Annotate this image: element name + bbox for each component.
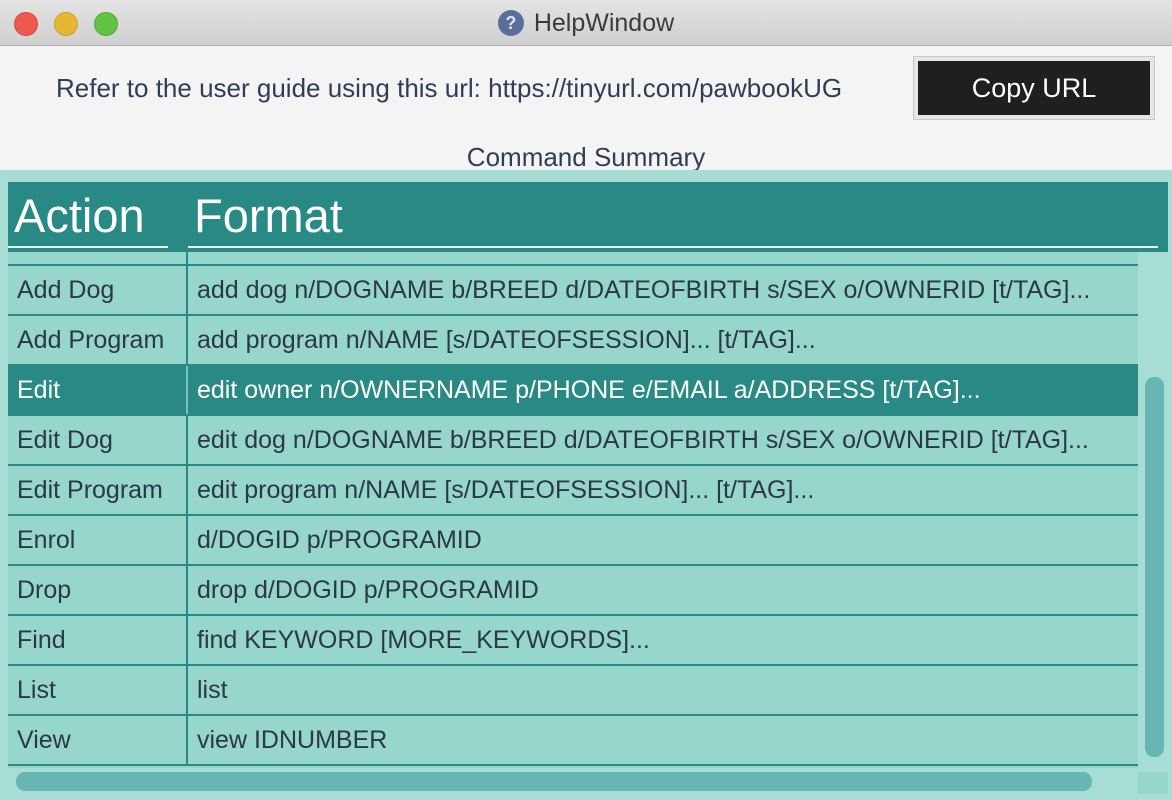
action-cell: Add Program — [17, 326, 165, 354]
format-cell: edit dog n/DOGNAME b/BREED d/DATEOFBIRTH… — [197, 426, 1089, 454]
column-divider — [186, 616, 188, 664]
table-body: Add Dog add dog n/DOGNAME b/BREED d/DATE… — [8, 252, 1138, 766]
title-bar: ? HelpWindow — [0, 0, 1172, 46]
action-cell: List — [17, 676, 56, 704]
format-cell: edit program n/NAME [s/DATEOFSESSION]...… — [197, 476, 815, 504]
column-divider — [186, 252, 188, 266]
table-row[interactable]: Edit Dog edit dog n/DOGNAME b/BREED d/DA… — [8, 416, 1138, 466]
table-row-selected[interactable]: Edit edit owner n/OWNERNAME p/PHONE e/EM… — [8, 366, 1138, 416]
table-row[interactable]: Enrol d/DOGID p/PROGRAMID — [8, 516, 1138, 566]
action-cell: Add Dog — [17, 276, 115, 304]
column-divider — [186, 366, 188, 414]
command-summary-panel: Action Format Add Dog add dog n/DOGNAME … — [0, 170, 1172, 800]
format-cell: add dog n/DOGNAME b/BREED d/DATEOFBIRTH … — [197, 276, 1091, 304]
action-cell: Edit Program — [17, 476, 163, 504]
command-summary-table: Action Format Add Dog add dog n/DOGNAME … — [8, 182, 1168, 794]
table-row[interactable]: List list — [8, 666, 1138, 716]
format-cell: find KEYWORD [MORE_KEYWORDS]... — [197, 626, 650, 654]
horizontal-scrollbar-thumb[interactable] — [16, 772, 1092, 791]
help-icon: ? — [497, 10, 524, 36]
table-row-partial[interactable] — [8, 252, 1138, 266]
table-row[interactable]: Add Dog add dog n/DOGNAME b/BREED d/DATE… — [8, 266, 1138, 316]
table-row[interactable]: Add Program add program n/NAME [s/DATEOF… — [8, 316, 1138, 366]
column-divider — [186, 666, 188, 714]
table-row[interactable]: Edit Program edit program n/NAME [s/DATE… — [8, 466, 1138, 516]
action-cell: Edit Dog — [17, 426, 113, 454]
window-title: HelpWindow — [533, 8, 675, 37]
table-row[interactable]: Drop drop d/DOGID p/PROGRAMID — [8, 566, 1138, 616]
column-header-format[interactable]: Format — [188, 188, 1158, 248]
action-cell: Edit — [17, 376, 61, 404]
format-cell: drop d/DOGID p/PROGRAMID — [197, 576, 539, 604]
action-cell: View — [17, 726, 71, 754]
column-divider — [186, 316, 188, 364]
column-divider — [186, 416, 188, 464]
column-divider — [186, 266, 188, 314]
format-cell: d/DOGID p/PROGRAMID — [197, 526, 482, 554]
format-cell: list — [197, 676, 228, 704]
format-cell: add program n/NAME [s/DATEOFSESSION]... … — [197, 326, 816, 354]
help-header: Refer to the user guide using this url: … — [0, 46, 1172, 172]
vertical-scrollbar-thumb[interactable] — [1145, 377, 1164, 757]
table-row[interactable]: View view IDNUMBER — [8, 716, 1138, 766]
column-divider — [186, 716, 188, 764]
table-row[interactable]: Find find KEYWORD [MORE_KEYWORDS]... — [8, 616, 1138, 666]
table-header: Action Format — [8, 182, 1168, 252]
column-header-action[interactable]: Action — [8, 188, 168, 248]
action-cell: Enrol — [17, 526, 76, 554]
column-divider — [186, 566, 188, 614]
column-divider — [186, 516, 188, 564]
format-cell: edit owner n/OWNERNAME p/PHONE e/EMAIL a… — [197, 376, 981, 404]
format-cell: view IDNUMBER — [197, 726, 388, 754]
user-guide-url-text: Refer to the user guide using this url: … — [56, 73, 843, 103]
action-cell: Find — [17, 626, 66, 654]
window-title-group: ? HelpWindow — [0, 0, 1172, 46]
copy-url-button[interactable]: Copy URL — [913, 56, 1155, 120]
command-summary-title: Command Summary — [466, 142, 706, 172]
help-window: ? HelpWindow Refer to the user guide usi… — [0, 0, 1172, 800]
column-divider — [186, 466, 188, 514]
action-cell: Drop — [17, 576, 72, 604]
